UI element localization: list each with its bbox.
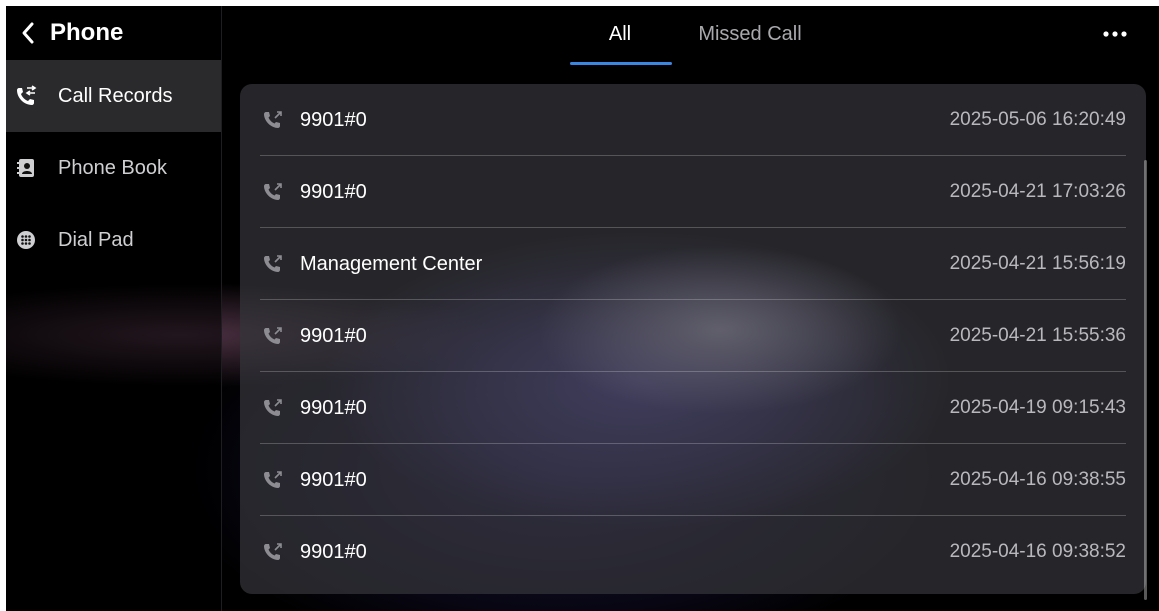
call-record-name: 9901#0 [300, 468, 367, 491]
back-arrow-icon[interactable] [6, 6, 50, 60]
call-record-name: 9901#0 [300, 396, 367, 419]
active-tab-indicator [570, 62, 672, 65]
tab-all[interactable]: All [565, 6, 675, 65]
call-record-row[interactable]: 9901#0 2025-04-21 17:03:26 [260, 156, 1126, 228]
dial-pad-icon [6, 204, 46, 276]
call-record-name: Management Center [300, 252, 483, 275]
call-record-row[interactable]: 9901#0 2025-04-21 15:55:36 [260, 300, 1126, 372]
call-record-time: 2025-04-21 15:56:19 [949, 253, 1126, 274]
more-options-button[interactable] [1090, 14, 1140, 54]
call-record-name: 9901#0 [300, 540, 367, 563]
tab-bar: All Missed Call [565, 6, 825, 66]
call-records-list: 9901#0 2025-05-06 16:20:49 9901#0 2025-0… [240, 84, 1146, 594]
outgoing-call-icon [260, 540, 286, 564]
outgoing-call-icon [260, 252, 286, 276]
call-record-time: 2025-04-19 09:15:43 [949, 397, 1126, 418]
sidebar-item-label: Phone Book [58, 156, 167, 179]
call-record-row[interactable]: 9901#0 2025-05-06 16:20:49 [260, 84, 1126, 156]
sidebar-item-label: Call Records [58, 84, 173, 107]
outgoing-call-icon [260, 468, 286, 492]
tab-missed-call[interactable]: Missed Call [675, 6, 825, 62]
outgoing-call-icon [260, 180, 286, 204]
sidebar-item-phone-book[interactable]: Phone Book [6, 132, 221, 204]
outgoing-call-icon [260, 108, 286, 132]
call-record-time: 2025-04-16 09:38:55 [949, 469, 1126, 490]
sidebar: Phone Call Records Phone Book Dial Pad [6, 6, 222, 611]
scrollbar[interactable] [1144, 160, 1147, 600]
more-icon [1103, 31, 1127, 37]
call-record-time: 2025-04-16 09:38:52 [949, 541, 1126, 562]
call-record-name: 9901#0 [300, 324, 367, 347]
call-record-name: 9901#0 [300, 108, 367, 131]
sidebar-item-call-records[interactable]: Call Records [6, 60, 221, 132]
phone-book-icon [6, 132, 46, 204]
header: Phone [6, 6, 221, 60]
call-record-time: 2025-05-06 16:20:49 [949, 109, 1126, 130]
call-record-row[interactable]: Management Center 2025-04-21 15:56:19 [260, 228, 1126, 300]
call-records-icon [6, 60, 46, 132]
call-record-time: 2025-04-21 17:03:26 [949, 181, 1126, 202]
call-record-row[interactable]: 9901#0 2025-04-19 09:15:43 [260, 372, 1126, 444]
call-record-name: 9901#0 [300, 180, 367, 203]
tab-label: All [608, 22, 632, 45]
tab-label: Missed Call [698, 22, 802, 45]
sidebar-item-dial-pad[interactable]: Dial Pad [6, 204, 221, 276]
call-record-row[interactable]: 9901#0 2025-04-16 09:38:52 [260, 516, 1126, 588]
call-record-row[interactable]: 9901#0 2025-04-16 09:38:55 [260, 444, 1126, 516]
call-record-time: 2025-04-21 15:55:36 [949, 325, 1126, 346]
outgoing-call-icon [260, 324, 286, 348]
sidebar-item-label: Dial Pad [58, 228, 134, 251]
page-title: Phone [50, 19, 124, 46]
outgoing-call-icon [260, 396, 286, 420]
